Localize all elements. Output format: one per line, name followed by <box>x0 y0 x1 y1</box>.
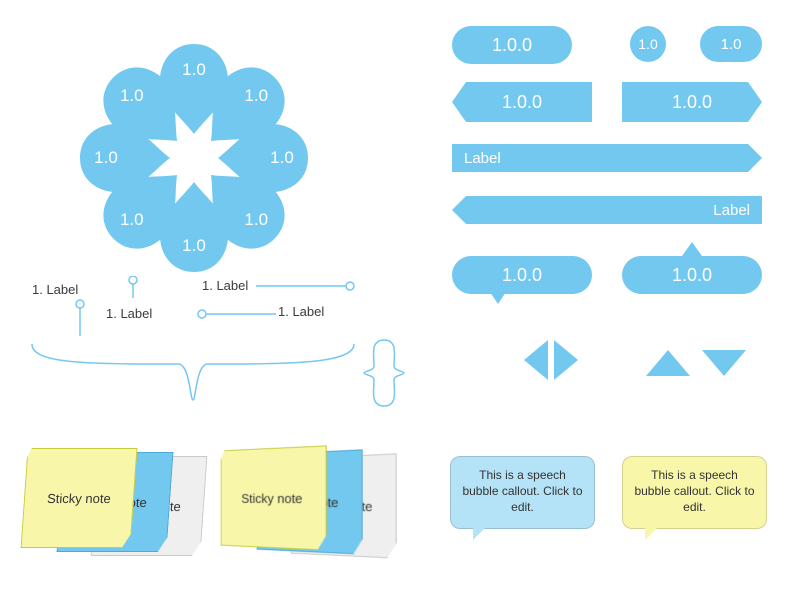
sticky-label: Sticky note <box>47 491 112 506</box>
pill-label: 1.0.0 <box>492 35 532 56</box>
sticky-stack-2[interactable]: Sticky note Sticky note Sticky note <box>216 448 406 568</box>
speech-pill-label: 1.0.0 <box>502 265 542 286</box>
annotation-1[interactable]: 1. Label <box>32 282 78 297</box>
hex-label: 1.0.0 <box>502 92 542 113</box>
sticky-note[interactable]: Sticky note <box>21 448 138 548</box>
speech-pill-label: 1.0.0 <box>672 265 712 286</box>
horizontal-brace-icon[interactable] <box>28 340 358 406</box>
pill-label: 1.0 <box>638 36 657 52</box>
annotation-4[interactable]: 1. Label <box>278 304 324 319</box>
callout-blue[interactable]: This is a speech bubble callout. Click t… <box>450 456 595 529</box>
petal-label: 1.0 <box>168 60 220 80</box>
annotation-line-icon <box>256 280 356 292</box>
banner-point-icon <box>452 196 466 224</box>
sticky-note[interactable]: Sticky note <box>221 445 327 550</box>
triangle-up-icon[interactable] <box>646 350 690 376</box>
annotation-2[interactable]: 1. Label <box>106 306 152 321</box>
speech-pill-right[interactable]: 1.0.0 <box>622 256 762 294</box>
petal-flower[interactable]: 1.0 1.0 1.0 1.0 1.0 1.0 1.0 <box>44 8 344 308</box>
speech-tail-icon <box>490 292 506 304</box>
banner-left[interactable]: Label <box>466 196 762 224</box>
speech-pill-left[interactable]: 1.0.0 <box>452 256 592 294</box>
pill-label: 1.0 <box>721 36 742 53</box>
sticky-stack-1[interactable]: Sticky note Sticky note Sticky note <box>24 448 214 568</box>
hex-arrow-left[interactable]: 1.0.0 <box>452 82 592 122</box>
sticky-label: Sticky note <box>241 490 302 505</box>
callout-tail-icon <box>473 526 487 540</box>
hex-label: 1.0.0 <box>672 92 712 113</box>
speech-tail-icon <box>682 242 702 256</box>
banner-label: Label <box>464 150 501 167</box>
triangle-down-icon[interactable] <box>702 350 746 376</box>
pill-small-1[interactable]: 1.0 <box>630 26 666 62</box>
callout-text: This is a speech bubble callout. Click t… <box>462 468 582 514</box>
petal-label: 1.0 <box>106 210 158 230</box>
triangle-left-icon[interactable] <box>524 340 548 380</box>
annotation-3[interactable]: 1. Label <box>202 278 248 293</box>
petal-label: 1.0 <box>230 86 282 106</box>
banner-point-icon <box>748 144 762 172</box>
annotation-line-icon <box>127 276 139 304</box>
callout-yellow[interactable]: This is a speech bubble callout. Click t… <box>622 456 767 529</box>
petal-label: 1.0 <box>168 236 220 256</box>
petal-label: 1.0 <box>80 148 132 168</box>
petal-label: 1.0 <box>106 86 158 106</box>
callout-tail-icon <box>645 526 659 540</box>
vertical-brace-right-icon[interactable] <box>382 338 408 408</box>
annotation-line-icon <box>74 298 86 336</box>
annotation-line-icon <box>196 308 276 320</box>
pill-small-2[interactable]: 1.0 <box>700 26 762 62</box>
triangle-right-icon[interactable] <box>554 340 578 380</box>
callout-text: This is a speech bubble callout. Click t… <box>634 468 754 514</box>
pill-large[interactable]: 1.0.0 <box>452 26 572 64</box>
banner-right[interactable]: Label <box>452 144 748 172</box>
petal-label: 1.0 <box>230 210 282 230</box>
hex-arrow-right[interactable]: 1.0.0 <box>622 82 762 122</box>
banner-label: Label <box>713 202 750 219</box>
petal-label: 1.0 <box>256 148 308 168</box>
